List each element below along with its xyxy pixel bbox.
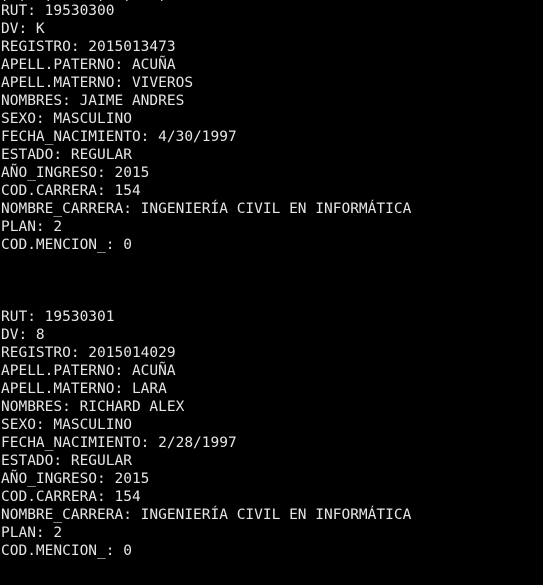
field-anio-ingreso: AÑO_INGRESO: 2015 xyxy=(1,471,150,487)
field-apellido-paterno: APELL.PATERNO: ACUÑA xyxy=(1,363,176,379)
field-nombres: NOMBRES: JAIME ANDRES xyxy=(1,93,185,109)
field-sexo: SEXO: MASCULINO xyxy=(1,111,132,127)
field-estado: ESTADO: REGULAR xyxy=(1,453,132,469)
field-nombre-carrera: NOMBRE_CARRERA: INGENIERÍA CIVIL EN INFO… xyxy=(1,201,412,217)
field-sexo: SEXO: MASCULINO xyxy=(1,417,132,433)
terminal-content: RUT: 19530300 DV: K REGISTRO: 2015013473… xyxy=(1,2,541,560)
field-cod-carrera: COD.CARRERA: 154 xyxy=(1,183,141,199)
field-registro: REGISTRO: 2015013473 xyxy=(1,39,176,55)
field-registro: REGISTRO: 2015014029 xyxy=(1,345,176,361)
student-record: RUT: 19530300 DV: K REGISTRO: 2015013473… xyxy=(1,2,541,254)
field-dv: DV: K xyxy=(1,21,45,37)
field-estado: ESTADO: REGULAR xyxy=(1,147,132,163)
field-plan: PLAN: 2 xyxy=(1,525,63,541)
field-apellido-materno: APELL.MATERNO: LARA xyxy=(1,381,167,397)
field-cod-mencion: COD.MENCION_: 0 xyxy=(1,237,132,253)
field-cod-mencion: COD.MENCION_: 0 xyxy=(1,543,132,559)
field-fecha-nacimiento: FECHA_NACIMIENTO: 4/30/1997 xyxy=(1,129,237,145)
field-plan: PLAN: 2 xyxy=(1,219,63,235)
field-cod-carrera: COD.CARRERA: 154 xyxy=(1,489,141,505)
field-rut: RUT: 19530301 xyxy=(1,309,115,325)
field-apellido-materno: APELL.MATERNO: VIVEROS xyxy=(1,75,194,91)
field-rut: RUT: 19530300 xyxy=(1,3,115,19)
field-fecha-nacimiento: FECHA_NACIMIENTO: 2/28/1997 xyxy=(1,435,237,451)
student-record: RUT: 19530301 DV: 8 REGISTRO: 2015014029… xyxy=(1,308,541,560)
field-apellido-paterno: APELL.PATERNO: ACUÑA xyxy=(1,57,176,73)
field-anio-ingreso: AÑO_INGRESO: 2015 xyxy=(1,165,150,181)
field-nombres: NOMBRES: RICHARD ALEX xyxy=(1,399,185,415)
field-nombre-carrera: NOMBRE_CARRERA: INGENIERÍA CIVIL EN INFO… xyxy=(1,507,412,523)
field-dv: DV: 8 xyxy=(1,327,45,343)
terminal-output[interactable]: , , , , , , RUT: 19530300 DV: K REGISTRO… xyxy=(0,0,543,585)
